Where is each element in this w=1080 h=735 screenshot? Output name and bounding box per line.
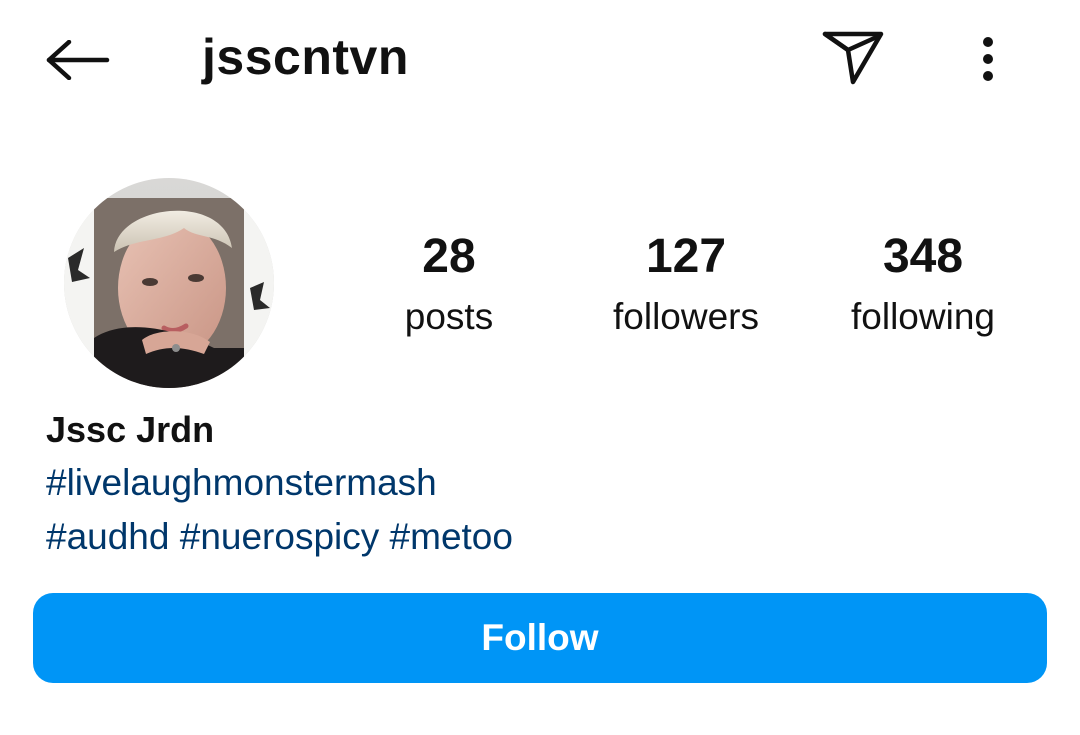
hashtag-link[interactable]: #nuerospicy bbox=[180, 516, 380, 557]
top-bar: jsscntvn bbox=[0, 0, 1080, 118]
follow-button[interactable]: Follow bbox=[33, 593, 1047, 683]
posts-count: 28 bbox=[422, 230, 476, 283]
profile-avatar[interactable] bbox=[64, 178, 274, 388]
hashtag-link[interactable]: #metoo bbox=[390, 516, 513, 557]
hashtag-link[interactable]: #livelaughmonstermash bbox=[46, 462, 437, 503]
profile-bio: Jssc Jrdn #livelaughmonstermash #audhd #… bbox=[46, 404, 1026, 564]
send-message-button[interactable] bbox=[816, 22, 890, 92]
profile-page: jsscntvn 28 posts 127 followers 348 foll… bbox=[0, 0, 1080, 735]
profile-stats: 28 posts 127 followers 348 following bbox=[330, 222, 1042, 352]
hashtag-link[interactable]: #audhd bbox=[46, 516, 169, 557]
posts-label: posts bbox=[404, 296, 494, 337]
profile-photo bbox=[64, 178, 274, 388]
followers-stat[interactable]: 127 followers bbox=[576, 222, 796, 342]
more-options-button[interactable] bbox=[966, 26, 1010, 92]
bio-line: #livelaughmonstermash bbox=[46, 456, 1026, 510]
following-count: 348 bbox=[882, 230, 964, 283]
profile-username: jsscntvn bbox=[202, 29, 409, 85]
followers-count: 127 bbox=[645, 230, 727, 283]
followers-label: followers bbox=[613, 296, 759, 337]
arrow-left-icon bbox=[46, 40, 110, 80]
bio-line: #audhd #nuerospicy #metoo bbox=[46, 510, 1026, 564]
vertical-dots-icon bbox=[983, 37, 993, 81]
display-name: Jssc Jrdn bbox=[46, 409, 215, 450]
paper-plane-icon bbox=[822, 31, 884, 85]
following-stat[interactable]: 348 following bbox=[813, 222, 1033, 342]
posts-stat[interactable]: 28 posts bbox=[339, 222, 559, 342]
following-label: following bbox=[851, 296, 995, 337]
back-button[interactable] bbox=[40, 28, 116, 92]
